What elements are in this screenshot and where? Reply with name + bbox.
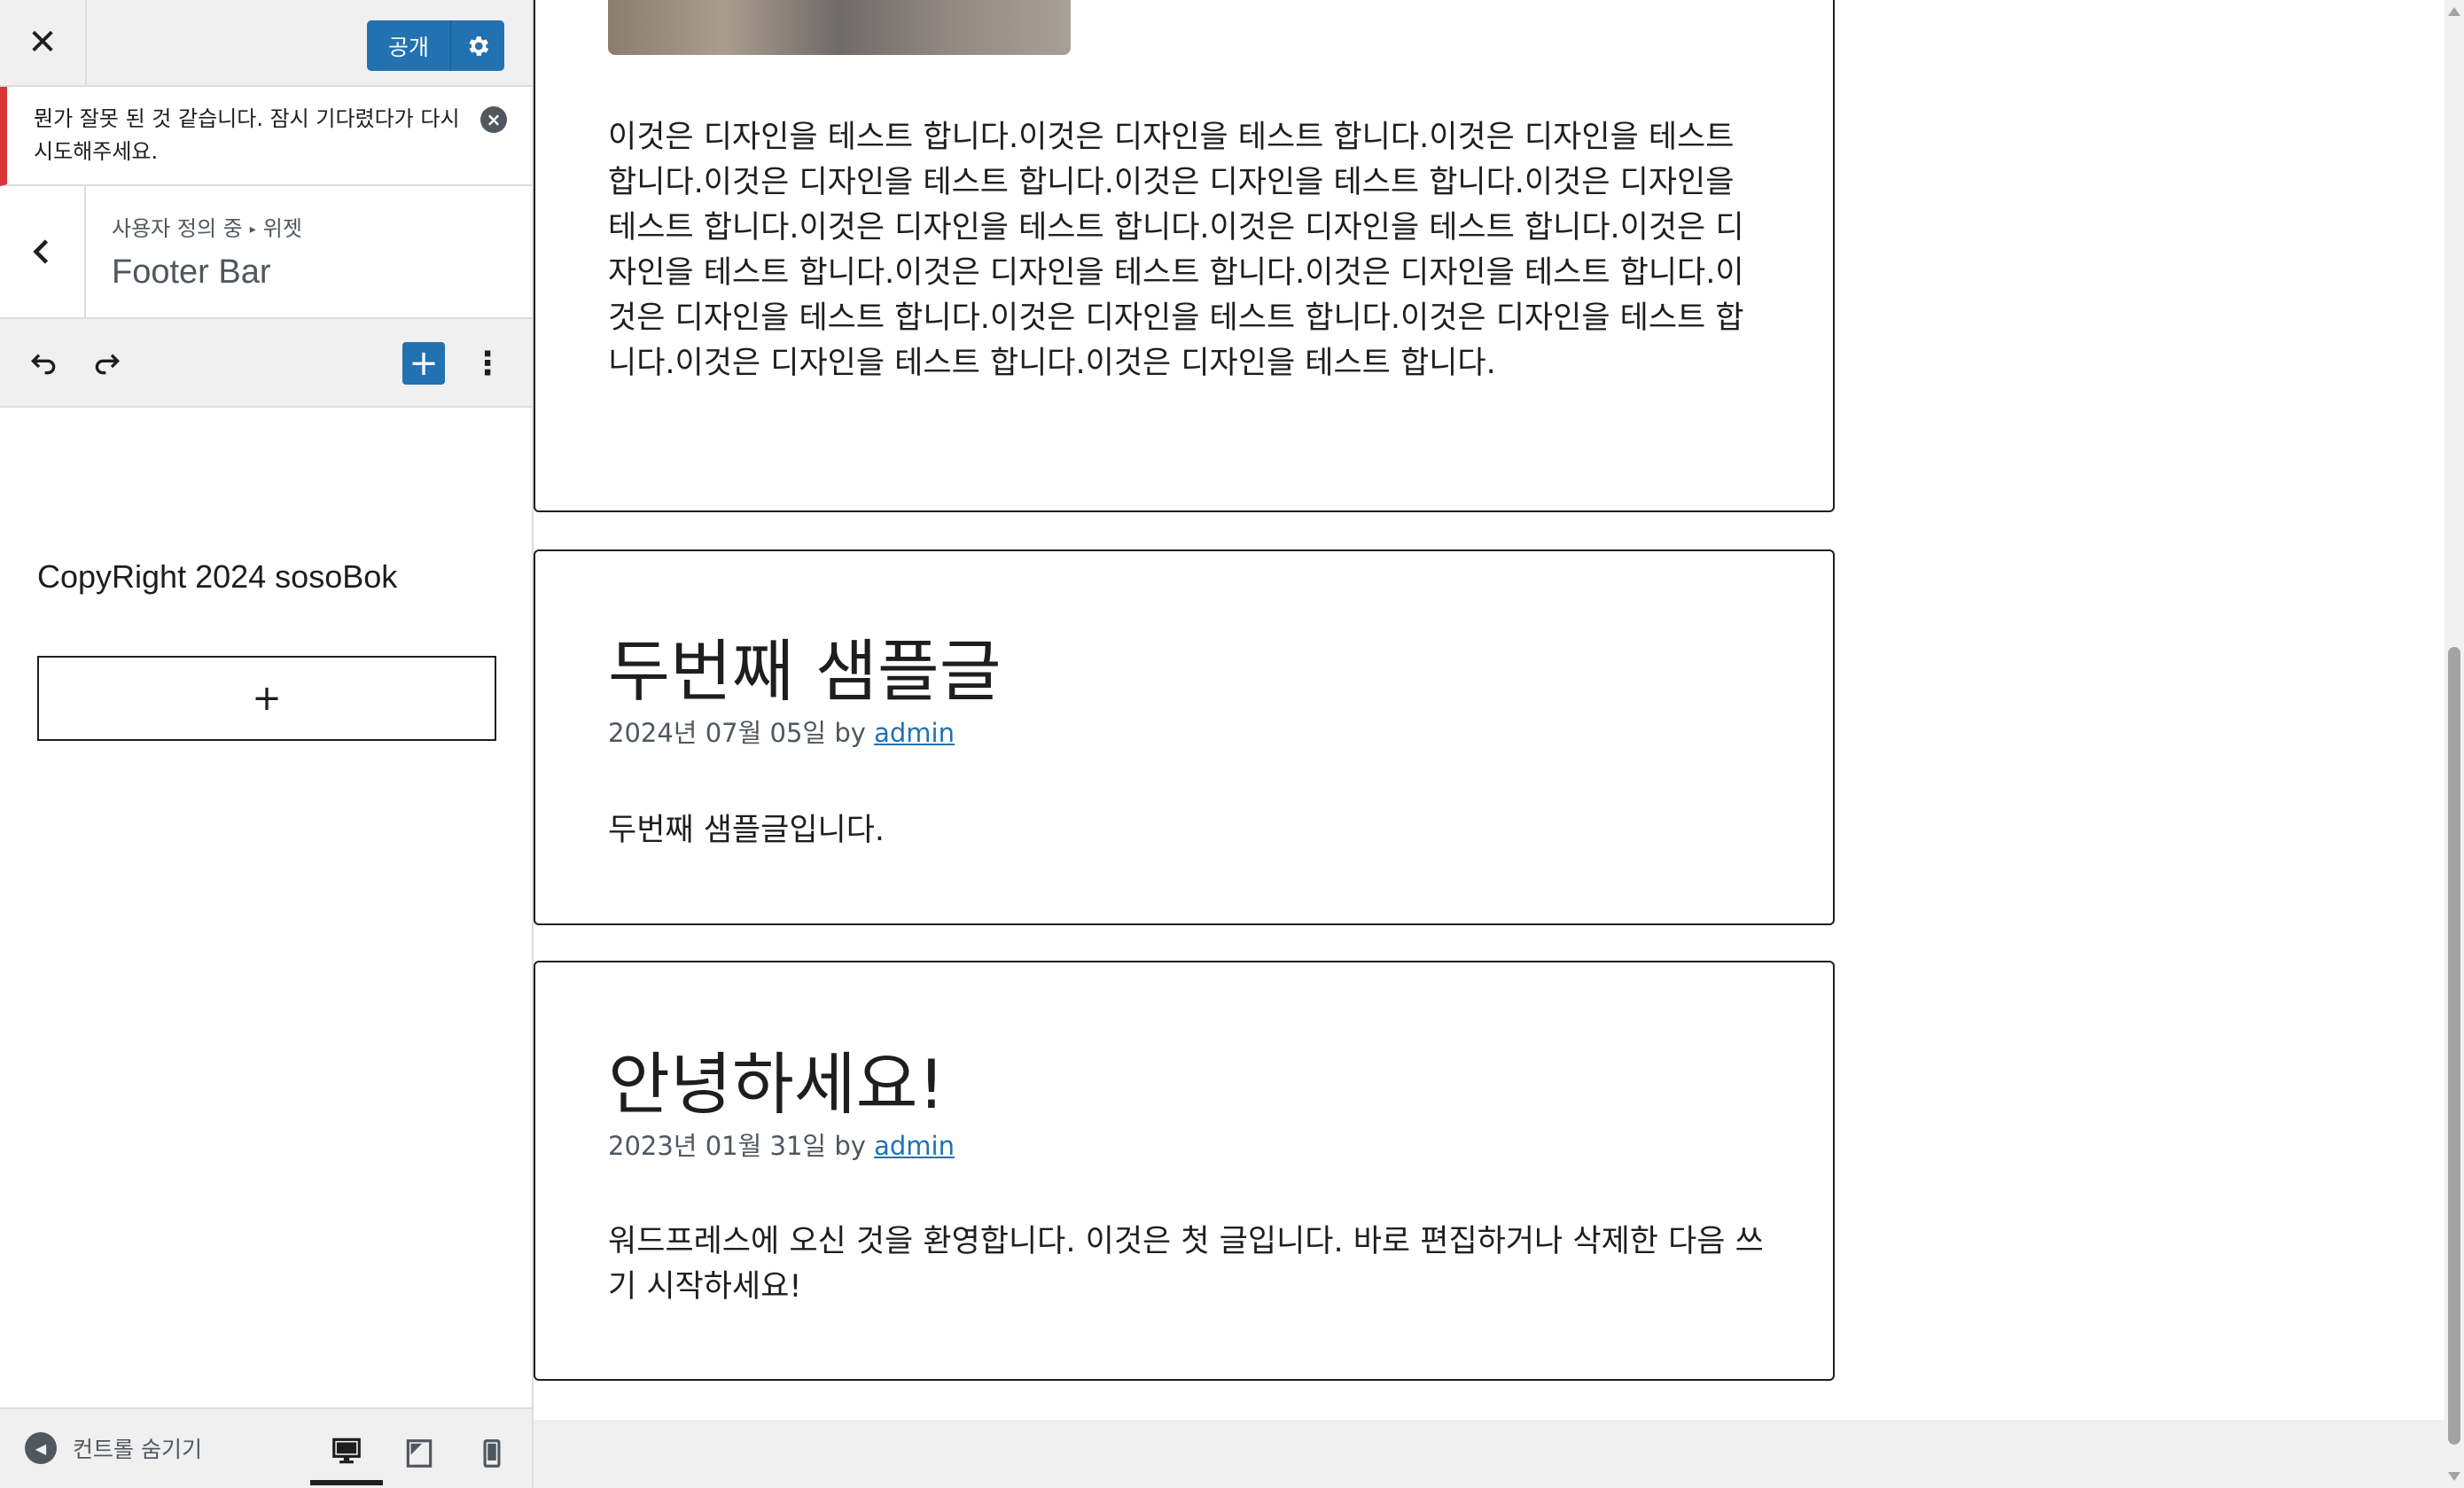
- post-card: 안녕하세요! 2023년 01월 31일 by admin 워드프레스에 오신 …: [534, 961, 1835, 1381]
- post-excerpt: 두번째 샘플글입니다.: [608, 813, 885, 848]
- redo-button[interactable]: [87, 342, 128, 383]
- publish-button[interactable]: 공개: [367, 20, 451, 71]
- scroll-down-arrow-icon[interactable]: [2448, 1472, 2460, 1481]
- collapse-icon: ◀: [25, 1432, 57, 1464]
- site-preview: 이것은 디자인을 테스트 합니다.이것은 디자인을 테스트 합니다.이것은 디자…: [534, 0, 2445, 1488]
- undo-button[interactable]: [23, 342, 64, 383]
- notice-text: 뭔가 잘못 된 것 같습니다. 잠시 기다렸다가 다시 시도해주세요.: [34, 106, 460, 164]
- preview-scrollbar[interactable]: [2445, 0, 2464, 1488]
- publish-group: 공개: [367, 20, 504, 71]
- breadcrumb-leaf: 위젯: [262, 216, 302, 241]
- section-header: 사용자 정의 중 ▸ 위젯 Footer Bar: [0, 186, 532, 319]
- back-button[interactable]: [0, 186, 86, 317]
- customizer-sidebar: ✕ 공개 뭔가 잘못 된 것 같습니다. 잠시 기다렸다가 다시 시도해주세요.…: [0, 0, 534, 1488]
- collapse-label: 컨트롤 숨기기: [73, 1437, 202, 1462]
- post-meta: 2023년 01월 31일 by admin: [608, 1126, 955, 1163]
- customizer-header: ✕ 공개: [0, 0, 532, 87]
- desktop-icon: [332, 1437, 361, 1464]
- post-excerpt: 이것은 디자인을 테스트 합니다.이것은 디자인을 테스트 합니다.이것은 디자…: [608, 120, 1744, 381]
- post-title[interactable]: 안녕하세요!: [608, 1030, 945, 1127]
- post-date: 2024년 07월 05일: [608, 718, 827, 748]
- scroll-thumb[interactable]: [2448, 647, 2460, 1445]
- scroll-up-arrow-icon[interactable]: [2448, 7, 2460, 16]
- chevron-left-icon: [32, 239, 48, 264]
- post-meta: 2024년 07월 05일 by admin: [608, 713, 955, 750]
- redo-icon: [95, 354, 121, 375]
- widget-toolbar: + ⋮: [0, 319, 532, 408]
- publish-settings-button[interactable]: [451, 20, 504, 71]
- tablet-icon: [406, 1439, 433, 1468]
- collapse-sidebar-button[interactable]: ◀ 컨트롤 숨기기: [25, 1432, 202, 1464]
- customizer-footer: ◀ 컨트롤 숨기기: [0, 1407, 532, 1488]
- close-icon[interactable]: ✕: [0, 0, 87, 85]
- post-date: 2023년 01월 31일: [608, 1131, 827, 1161]
- post-title[interactable]: 두번째 샘플글: [608, 617, 1002, 714]
- device-tablet-button[interactable]: [383, 1422, 456, 1485]
- section-title: Footer Bar: [112, 253, 271, 291]
- device-mobile-button[interactable]: [456, 1422, 528, 1485]
- post-author-link[interactable]: admin: [874, 718, 955, 748]
- add-block-button[interactable]: +: [402, 342, 445, 385]
- mobile-icon: [483, 1439, 501, 1468]
- breadcrumb-root: 사용자 정의 중: [112, 216, 243, 241]
- post-author-link[interactable]: admin: [874, 1131, 955, 1161]
- preview-page: 이것은 디자인을 테스트 합니다.이것은 디자인을 테스트 합니다.이것은 디자…: [534, 0, 2445, 1420]
- device-desktop-button[interactable]: [310, 1422, 383, 1485]
- error-notice: 뭔가 잘못 된 것 같습니다. 잠시 기다렸다가 다시 시도해주세요. ×: [0, 87, 532, 186]
- post-by: by: [834, 718, 866, 748]
- block-appender-button[interactable]: +: [37, 656, 496, 741]
- post-excerpt: 워드프레스에 오신 것을 환영합니다. 이것은 첫 글입니다. 바로 편집하거나…: [608, 1224, 1764, 1305]
- copyright-paragraph[interactable]: CopyRight 2024 sosoBok: [37, 558, 397, 596]
- breadcrumb-separator: ▸: [249, 222, 256, 237]
- breadcrumb: 사용자 정의 중 ▸ 위젯: [112, 211, 302, 242]
- post-featured-image[interactable]: [608, 0, 1071, 55]
- post-card: 이것은 디자인을 테스트 합니다.이것은 디자인을 테스트 합니다.이것은 디자…: [534, 0, 1835, 512]
- dismiss-icon[interactable]: ×: [480, 106, 507, 133]
- undo-icon: [30, 354, 56, 375]
- more-options-button[interactable]: ⋮: [470, 342, 505, 385]
- gear-icon: [469, 35, 489, 56]
- widget-area: CopyRight 2024 sosoBok +: [0, 408, 532, 1407]
- post-card: 두번째 샘플글 2024년 07월 05일 by admin 두번째 샘플글입니…: [534, 549, 1835, 925]
- post-by: by: [834, 1131, 866, 1161]
